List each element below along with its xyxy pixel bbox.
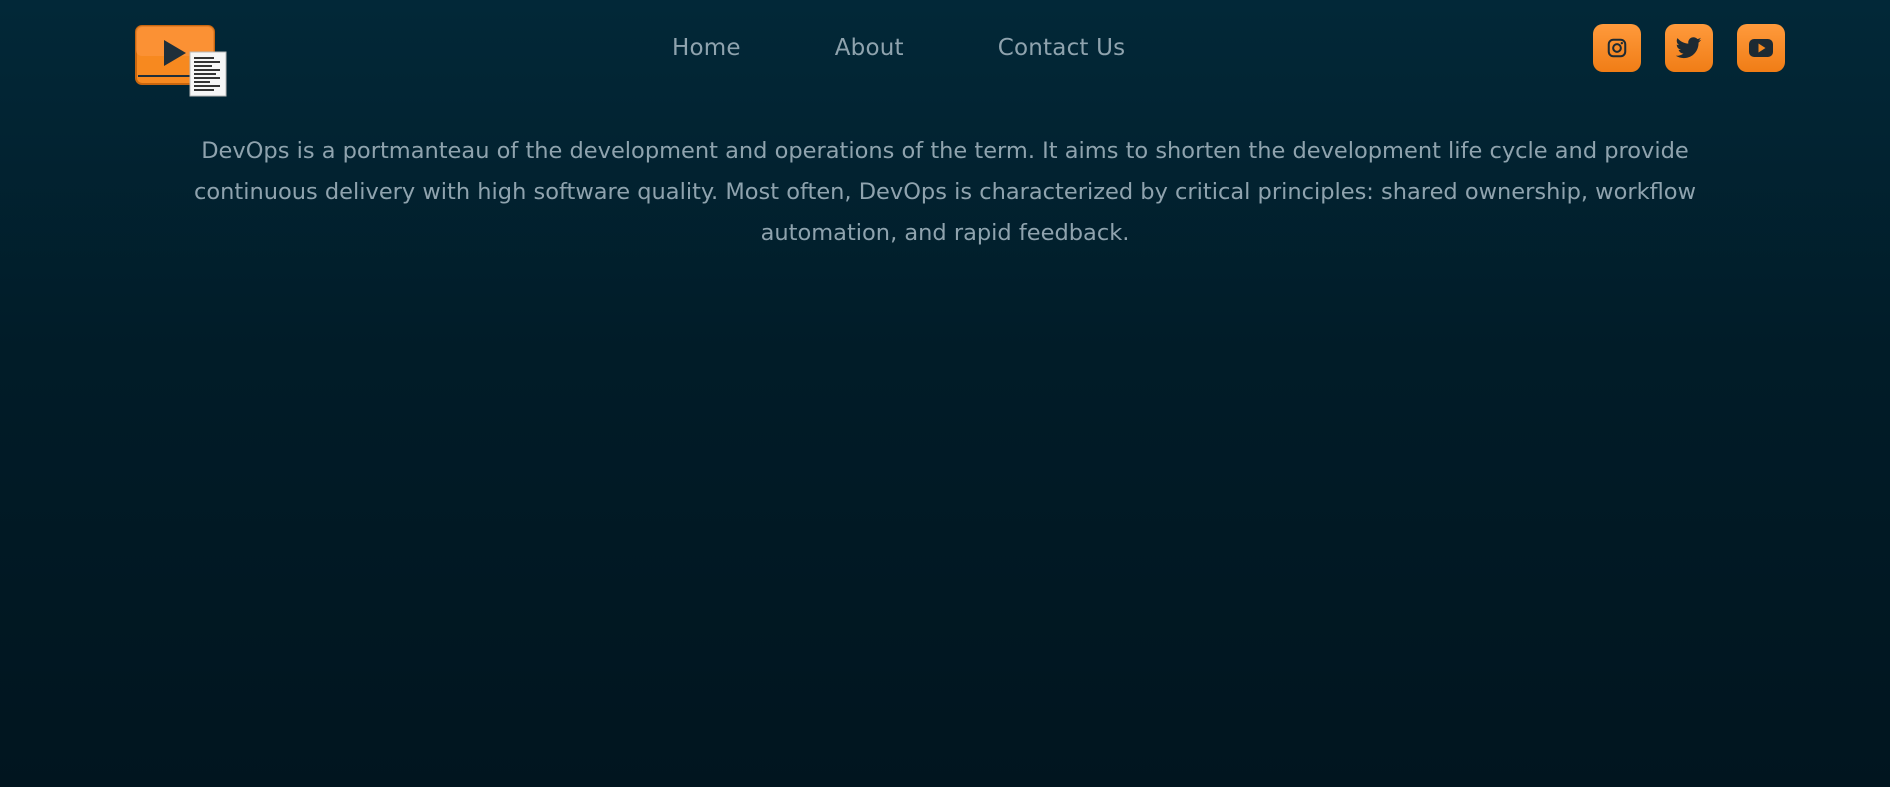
site-header: Home About Contact Us	[0, 0, 1890, 100]
instagram-icon	[1607, 38, 1627, 58]
twitter-button[interactable]	[1665, 24, 1713, 72]
youtube-button[interactable]	[1737, 24, 1785, 72]
nav-link-home[interactable]: Home	[672, 30, 741, 66]
youtube-icon	[1749, 39, 1773, 57]
description-text: DevOps is a portmanteau of the developme…	[194, 138, 1696, 246]
nav-link-about[interactable]: About	[835, 30, 904, 66]
social-links	[1593, 24, 1785, 72]
nav-link-contact-us[interactable]: Contact Us	[998, 30, 1126, 66]
twitter-icon	[1676, 37, 1702, 59]
instagram-button[interactable]	[1593, 24, 1641, 72]
